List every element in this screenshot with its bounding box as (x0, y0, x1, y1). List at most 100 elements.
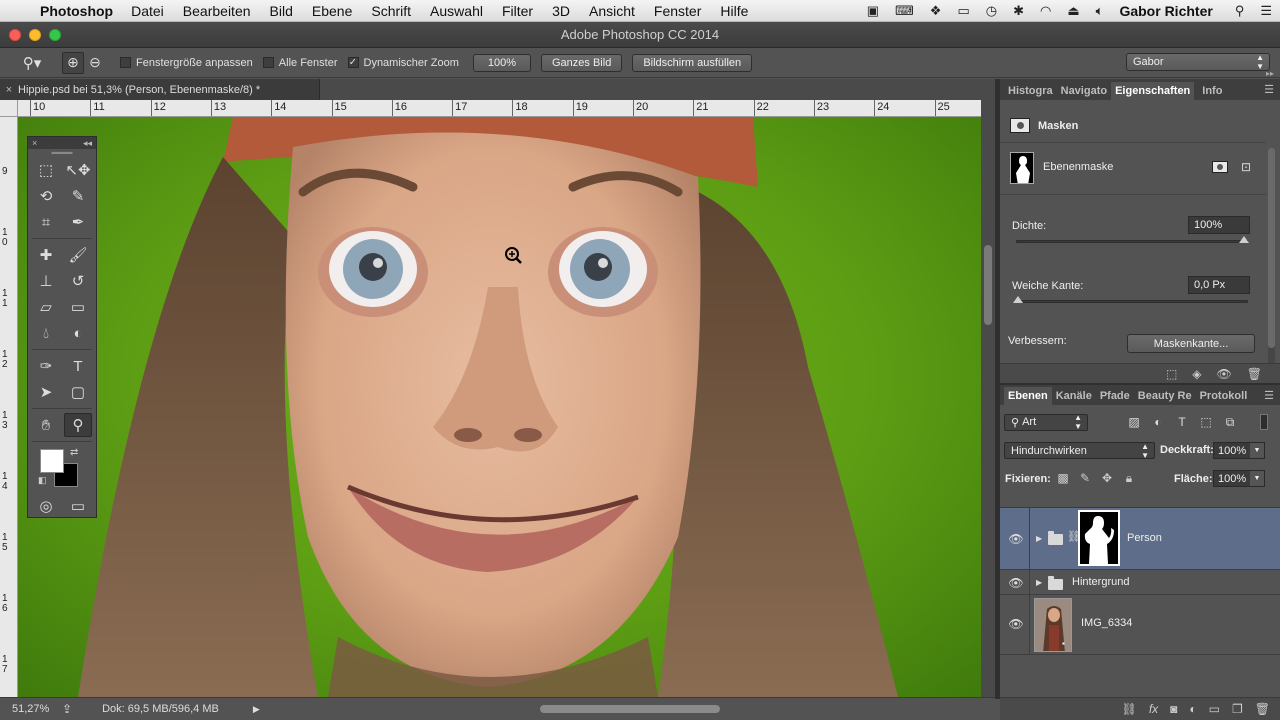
opacity-dropdown-icon[interactable]: ▼ (1250, 443, 1264, 458)
menu-bild[interactable]: Bild (270, 3, 293, 19)
zoom-out-icon[interactable]: ⊖ (84, 52, 106, 74)
feather-slider-thumb[interactable] (1013, 296, 1023, 303)
all-windows-checkbox[interactable] (262, 57, 274, 68)
vertical-scroll-thumb[interactable] (984, 245, 992, 325)
vertical-ruler[interactable]: 9 1 0 1 1 1 2 1 3 1 4 1 5 1 6 1 7 (0, 117, 18, 697)
expand-group-icon[interactable]: ▶ (1036, 534, 1042, 543)
apply-mask-icon[interactable]: ◈ (1192, 367, 1201, 381)
zoom-tool-preset-icon[interactable]: ⚲▾ (12, 54, 52, 72)
screen-recorder-icon[interactable]: ▣ (867, 3, 879, 19)
visibility-eye-icon[interactable]: 👁︎ (1008, 617, 1024, 631)
notification-center-icon[interactable]: ☰ (1260, 3, 1272, 19)
marquee-tool-icon[interactable]: ⬚ (32, 158, 60, 182)
tab-navigator[interactable]: Navigato (1057, 82, 1111, 100)
feather-input[interactable]: 0,0 Px (1188, 276, 1250, 294)
hand-tool-icon[interactable]: ✋︎ (32, 413, 60, 437)
workspace-select[interactable]: Gabor ▲ ▼ (1126, 53, 1270, 71)
blend-mode-select[interactable]: Hindurchwirken ▲ ▼ (1004, 442, 1155, 460)
tab-histogram[interactable]: Histogra (1004, 82, 1057, 100)
adjustment-layer-icon[interactable]: ◐ (1189, 702, 1196, 716)
visibility-mask-icon[interactable]: 👁︎ (1217, 367, 1232, 381)
menu-filter[interactable]: Filter (502, 3, 533, 19)
menu-hilfe[interactable]: Hilfe (720, 3, 748, 19)
filter-type-icon[interactable]: T (1170, 415, 1194, 430)
screen-mode-icon[interactable]: ▭ (64, 494, 92, 518)
fill-screen-button[interactable]: Bildschirm ausfüllen (632, 53, 753, 72)
document-tab[interactable]: × Hippie.psd bei 51,3% (Person, Ebenenma… (0, 79, 320, 100)
healing-brush-tool-icon[interactable]: ✚ (32, 243, 60, 267)
layer-filter-select[interactable]: ⚲ Art ▲ ▼ (1004, 413, 1088, 431)
density-slider[interactable] (1016, 236, 1249, 243)
canvas-vertical-scrollbar[interactable] (981, 100, 995, 697)
feather-slider[interactable] (1013, 296, 1248, 303)
horizontal-scroll-thumb[interactable] (540, 705, 720, 713)
menu-datei[interactable]: Datei (131, 3, 164, 19)
default-colors-icon[interactable]: ◧ (38, 475, 47, 486)
zoom-100-button[interactable]: 100% (472, 53, 531, 72)
crop-tool-icon[interactable]: ⌗ (32, 210, 60, 234)
lock-pixels-icon[interactable]: ✎ (1074, 471, 1096, 486)
close-document-icon[interactable]: × (0, 84, 18, 96)
layer-row-person[interactable]: 👁︎ ▶ ⛓ Person (1000, 508, 1280, 570)
pen-tool-icon[interactable]: ✑ (32, 354, 60, 378)
eject-icon[interactable]: ⏏ (1067, 3, 1079, 19)
add-mask-icon[interactable]: ◙ (1170, 702, 1177, 716)
filter-adjustment-icon[interactable]: ◐ (1146, 415, 1170, 430)
swap-colors-icon[interactable]: ⇄ (70, 447, 78, 458)
document-canvas[interactable] (18, 117, 981, 697)
visibility-eye-icon[interactable]: 👁︎ (1008, 532, 1024, 546)
history-brush-tool-icon[interactable]: ↺ (64, 269, 92, 293)
add-vector-mask-icon[interactable]: ⊡ (1236, 158, 1256, 176)
shape-tool-icon[interactable]: ▢ (64, 380, 92, 404)
layer-row-img-6334[interactable]: 👁︎ ▪ IMG_6334 (1000, 595, 1280, 655)
quick-selection-tool-icon[interactable]: ✎ (64, 184, 92, 208)
link-layers-icon[interactable]: ⛓ (1122, 702, 1137, 716)
mask-edge-button[interactable]: Maskenkante... (1127, 334, 1255, 353)
window-close-button[interactable] (9, 29, 21, 41)
load-selection-icon[interactable]: ⬚ (1166, 367, 1177, 381)
tab-paths[interactable]: Pfade (1096, 387, 1134, 405)
eraser-tool-icon[interactable]: ▱ (32, 295, 60, 319)
type-tool-icon[interactable]: T (64, 354, 92, 378)
menu-3d[interactable]: 3D (552, 3, 570, 19)
select-pixel-mask-icon[interactable] (1210, 158, 1230, 176)
density-input[interactable]: 100% (1188, 216, 1250, 234)
panel-menu-icon[interactable]: ☰ (1264, 83, 1274, 96)
fit-image-button[interactable]: Ganzes Bild (541, 53, 623, 72)
lock-all-icon[interactable]: 🔒︎ (1118, 471, 1140, 486)
gradient-tool-icon[interactable]: ▭ (64, 295, 92, 319)
menu-fenster[interactable]: Fenster (654, 3, 701, 19)
window-maximize-button[interactable] (49, 29, 61, 41)
visibility-eye-icon[interactable]: 👁︎ (1008, 576, 1024, 590)
expand-tools-icon[interactable]: ◂◂ (83, 138, 92, 149)
expand-group-icon[interactable]: ▶ (1036, 578, 1042, 587)
new-layer-icon[interactable]: ❐ (1232, 702, 1243, 716)
tab-properties[interactable]: Eigenschaften (1111, 82, 1195, 100)
clone-stamp-tool-icon[interactable]: ⊥ (32, 269, 60, 293)
spotlight-search-icon[interactable]: ⚲ (1235, 3, 1245, 19)
zoom-in-icon[interactable]: ⊕ (62, 51, 84, 74)
tab-info[interactable]: Info (1198, 82, 1226, 100)
panel-grip[interactable]: ▬▬▬ (28, 149, 96, 157)
tab-channels[interactable]: Kanäle (1052, 387, 1096, 405)
lock-position-icon[interactable]: ✥ (1096, 471, 1118, 486)
delete-layer-icon[interactable]: 🗑︎ (1255, 702, 1270, 716)
opacity-input[interactable]: 100% ▼ (1213, 442, 1265, 459)
menu-bearbeiten[interactable]: Bearbeiten (183, 3, 251, 19)
close-tools-icon[interactable]: × (32, 138, 37, 148)
ruler-origin[interactable] (0, 100, 18, 117)
app-menu[interactable]: Photoshop (40, 3, 113, 19)
menu-auswahl[interactable]: Auswahl (430, 3, 483, 19)
wifi-icon[interactable]: ◠ (1040, 3, 1051, 19)
quick-mask-icon[interactable]: ◎ (32, 494, 60, 518)
filter-toggle[interactable] (1260, 414, 1268, 430)
fill-dropdown-icon[interactable]: ▼ (1250, 471, 1264, 486)
layer-name[interactable]: Person (1127, 532, 1162, 544)
image-layer-thumbnail[interactable] (1034, 598, 1072, 652)
keyboard-icon[interactable]: ⌨ (895, 3, 914, 19)
density-slider-thumb[interactable] (1239, 236, 1249, 243)
foreground-color-swatch[interactable] (40, 449, 64, 473)
layer-row-hintergrund[interactable]: 👁︎ ▶ Hintergrund (1000, 570, 1280, 595)
layer-style-fx-icon[interactable]: fx (1149, 702, 1158, 716)
eyedropper-tool-icon[interactable]: ✒ (64, 210, 92, 234)
